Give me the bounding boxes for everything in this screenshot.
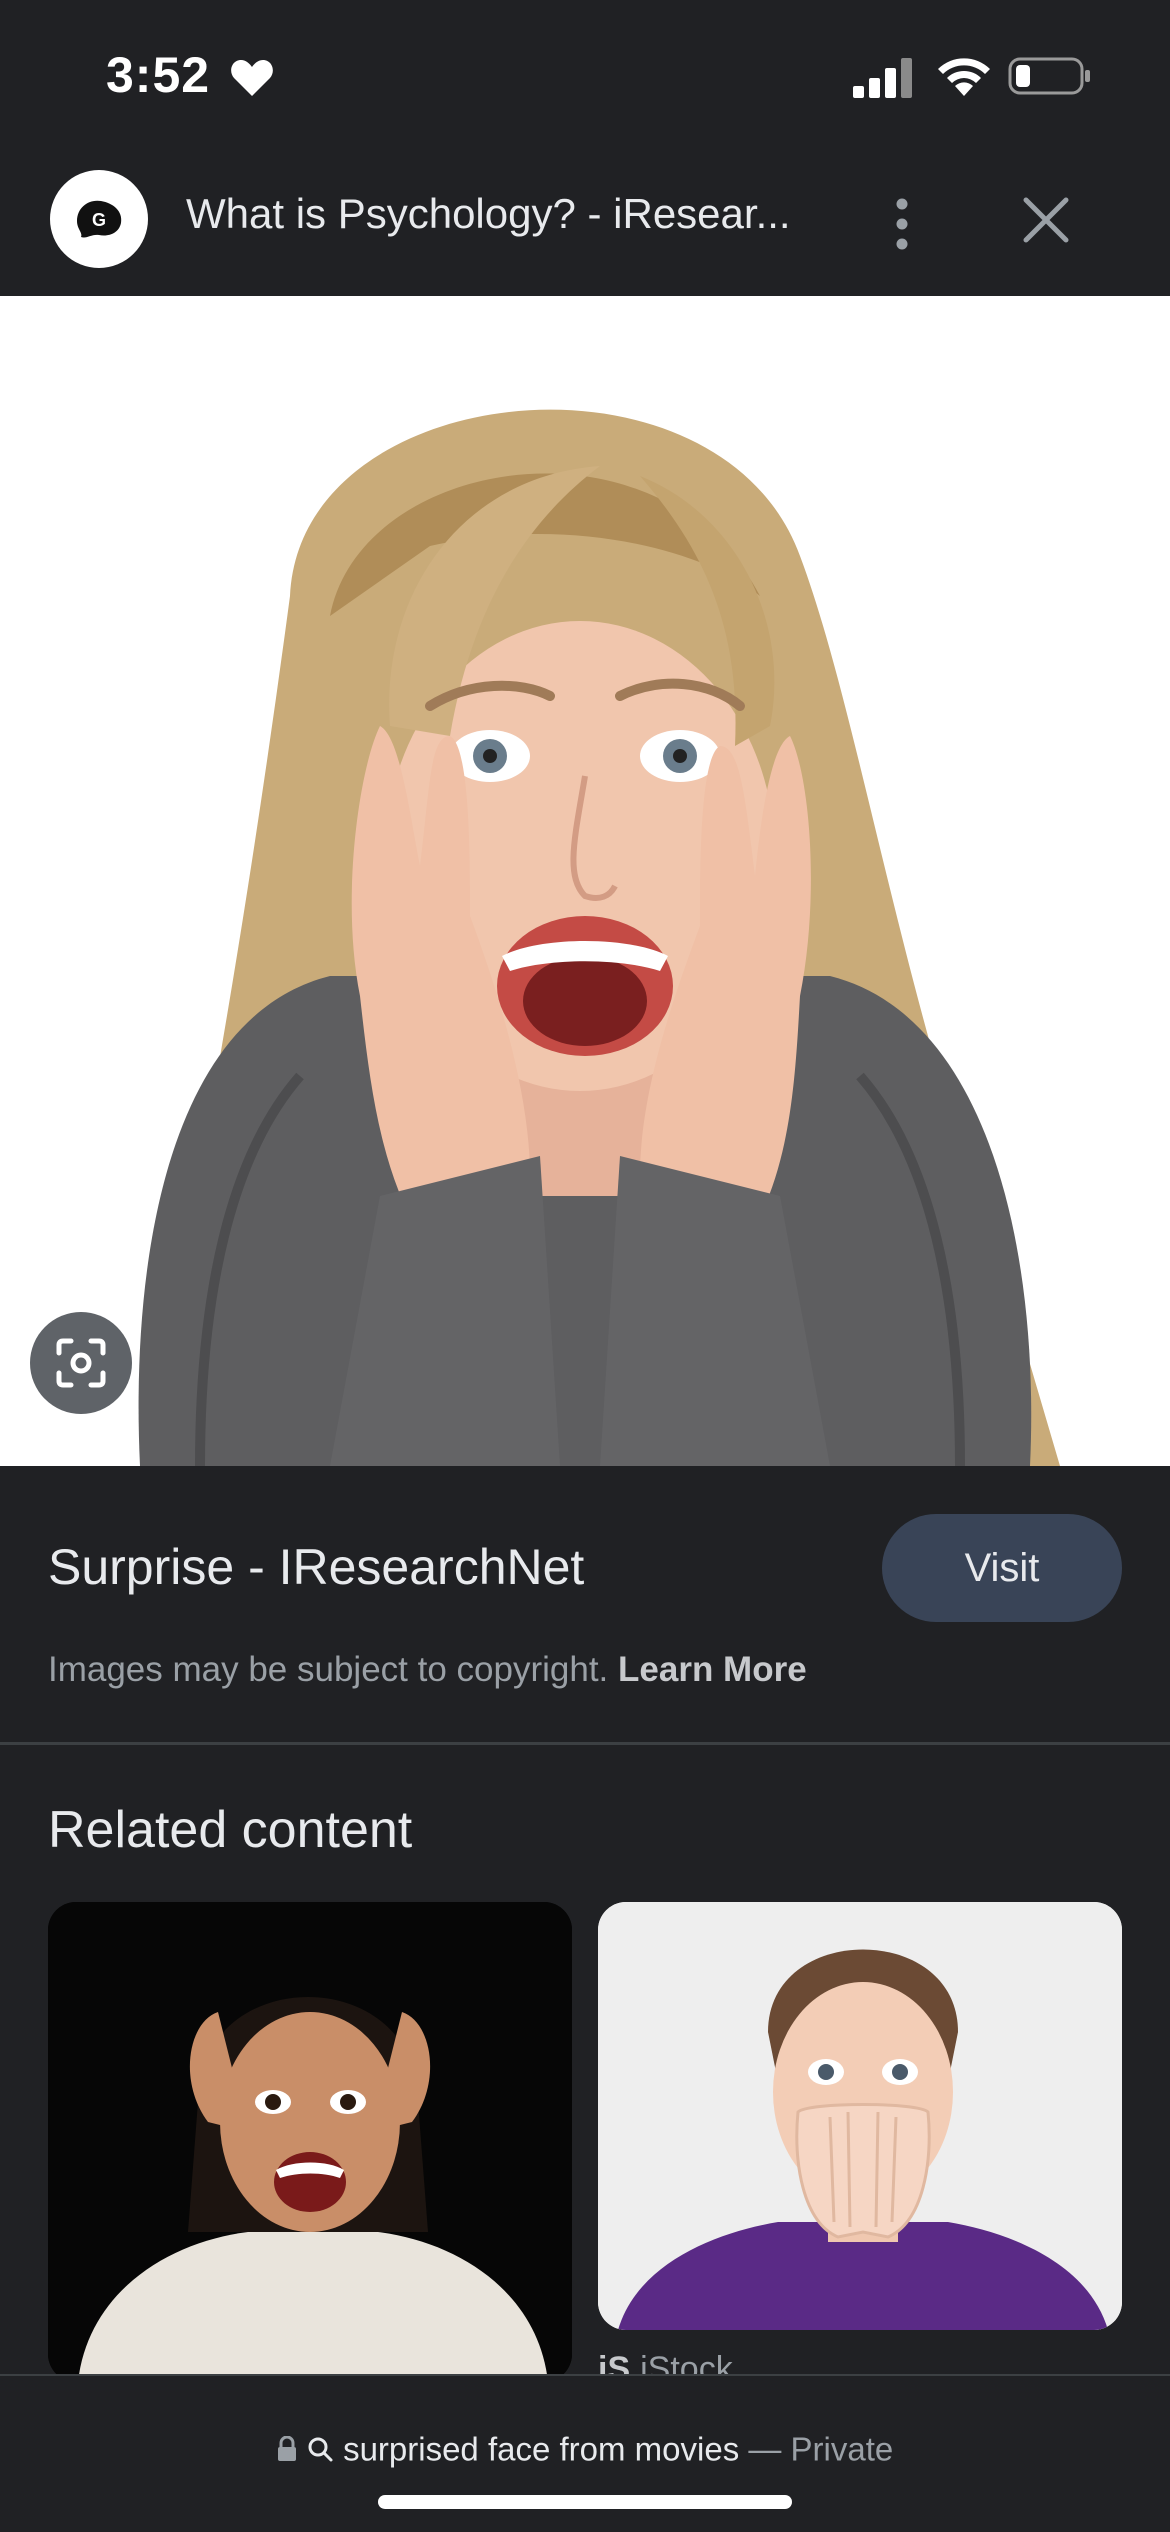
main-image[interactable] bbox=[0, 296, 1170, 1466]
site-logo-icon[interactable]: G bbox=[50, 170, 148, 268]
status-time: 3:52 bbox=[106, 47, 211, 103]
related-thumbnail-1[interactable] bbox=[48, 1902, 572, 2382]
more-vertical-icon[interactable] bbox=[886, 194, 918, 254]
search-query-row[interactable]: surprised face from movies — Private bbox=[0, 2428, 1170, 2468]
copyright-notice: Images may be subject to copyright. Lear… bbox=[48, 1650, 807, 1690]
google-lens-button[interactable] bbox=[30, 1312, 132, 1414]
page-header: G What is Psychology? - iResear... bbox=[0, 150, 1170, 296]
related-thumbnail-2[interactable] bbox=[598, 1902, 1122, 2330]
home-indicator[interactable] bbox=[378, 2495, 792, 2509]
lock-icon bbox=[277, 2436, 296, 2462]
learn-more-link[interactable]: Learn More bbox=[618, 1650, 807, 1689]
cellular-signal-icon bbox=[853, 58, 912, 98]
related-image-2 bbox=[598, 1902, 1122, 2330]
private-mode-label: Private bbox=[790, 2430, 894, 2468]
visit-button[interactable]: Visit bbox=[882, 1514, 1122, 1622]
copyright-text: Images may be subject to copyright. bbox=[48, 1650, 609, 1689]
svg-text:G: G bbox=[92, 210, 106, 230]
related-content-heading: Related content bbox=[48, 1801, 413, 1859]
search-query-text: surprised face from movies bbox=[343, 2430, 740, 2468]
heart-icon bbox=[231, 60, 273, 96]
query-separator: — bbox=[748, 2430, 782, 2468]
page-title: What is Psychology? - iResear... bbox=[186, 190, 791, 237]
google-lens-icon bbox=[56, 1338, 106, 1388]
related-image-1 bbox=[48, 1902, 572, 2382]
battery-icon bbox=[1008, 57, 1090, 95]
divider bbox=[0, 1742, 1170, 1745]
close-icon[interactable] bbox=[1022, 196, 1070, 244]
search-icon bbox=[308, 2437, 333, 2462]
surprised-woman-image bbox=[0, 296, 1170, 1466]
status-bar: 3:52 bbox=[0, 0, 1170, 150]
result-title[interactable]: Surprise - IResearchNet bbox=[48, 1538, 584, 1596]
wifi-icon bbox=[938, 58, 990, 96]
